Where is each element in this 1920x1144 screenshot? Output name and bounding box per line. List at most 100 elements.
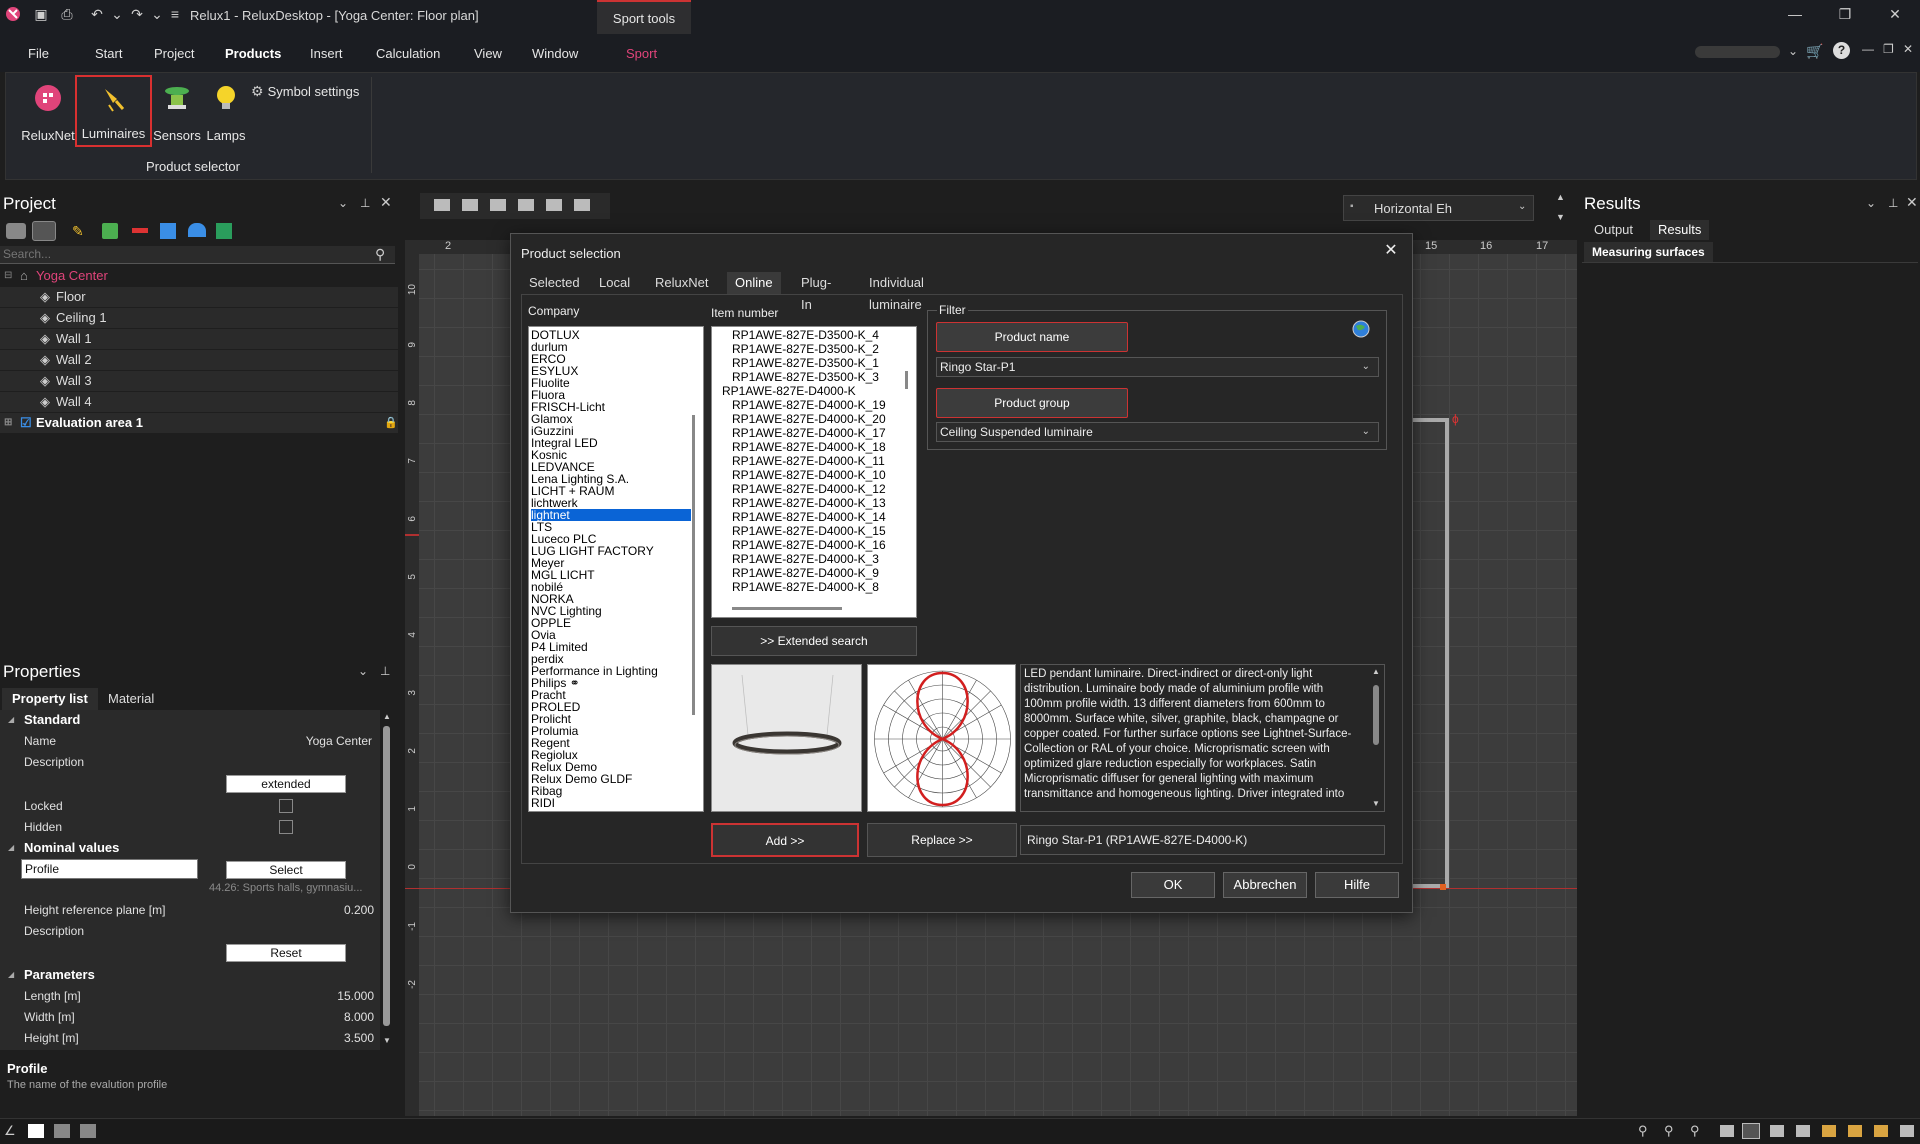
measuring-surfaces-tab[interactable]: Measuring surfaces — [1584, 242, 1713, 262]
search-icon[interactable]: ⚲ — [375, 246, 385, 263]
side-view-icon[interactable] — [518, 199, 534, 211]
item-row[interactable]: RP1AWE-827E-D4000-K_9 — [732, 567, 879, 579]
object-small-icon[interactable] — [160, 223, 176, 239]
item-row[interactable]: RP1AWE-827E-D4000-K_12 — [732, 483, 886, 495]
item-row[interactable]: RP1AWE-827E-D4000-K_18 — [732, 441, 886, 453]
select-profile-button[interactable]: Select — [226, 861, 346, 879]
perspective-view-icon[interactable] — [462, 199, 478, 211]
hidden-checkbox[interactable] — [279, 820, 293, 834]
help-icon[interactable]: ? — [1833, 42, 1850, 59]
prop-value[interactable]: 3.500 — [344, 1028, 374, 1048]
grid-toggle-icon[interactable] — [28, 1124, 44, 1138]
item-row[interactable]: RP1AWE-827E-D4000-K_13 — [732, 497, 886, 509]
section-standard[interactable]: Standard — [0, 710, 380, 730]
wall-small-icon[interactable] — [132, 228, 148, 233]
view-mode-4-icon[interactable] — [1796, 1125, 1810, 1137]
dialog-close-icon[interactable]: ✕ — [1379, 240, 1403, 262]
item-row[interactable]: RP1AWE-827E-D4000-K_17 — [732, 427, 886, 439]
grid-view-icon[interactable] — [434, 199, 450, 211]
layers-icon[interactable] — [6, 223, 26, 239]
menu-view[interactable]: View — [474, 46, 502, 61]
replace-button[interactable]: Replace >> — [867, 823, 1017, 857]
user-account[interactable] — [1695, 46, 1780, 58]
menu-file[interactable]: File — [28, 46, 49, 61]
add-button[interactable]: Add >> — [711, 823, 859, 857]
menu-calculation[interactable]: Calculation — [376, 46, 440, 61]
symbol-settings-button[interactable]: ⚙ Symbol settings — [251, 83, 359, 100]
extended-button[interactable]: extended — [226, 775, 346, 793]
product-name-button[interactable]: Product name — [936, 322, 1128, 352]
tree-item-yoga-center[interactable]: ⊟ ⌂ Yoga Center — [0, 266, 398, 286]
tree-item-ceiling-1[interactable]: ◈ Ceiling 1 — [0, 308, 398, 328]
view-mode-3-icon[interactable] — [1770, 1125, 1784, 1137]
mdi-close-icon[interactable]: ✕ — [1903, 42, 1913, 56]
item-row[interactable]: RP1AWE-827E-D4000-K_15 — [732, 525, 886, 537]
prop-value[interactable]: Yoga Center — [306, 731, 372, 751]
item-row[interactable]: RP1AWE-827E-D3500-K_3 — [732, 371, 879, 383]
panel-dropdown-icon[interactable]: ⌄ — [1866, 196, 1876, 210]
undo-dropdown-icon[interactable]: ⌄ — [108, 6, 126, 24]
account-dropdown-icon[interactable]: ⌄ — [1788, 44, 1798, 58]
tree-item-wall-2[interactable]: ◈ Wall 2 — [0, 350, 398, 370]
properties-scrollbar[interactable]: ▲ ▼ — [380, 712, 394, 1048]
tab-online[interactable]: Online — [727, 272, 781, 294]
prop-value[interactable]: 8.000 — [344, 1007, 374, 1027]
tab-reluxnet[interactable]: ReluxNet — [647, 272, 716, 294]
chart-toggle-icon[interactable] — [54, 1124, 70, 1138]
redo-dropdown-icon[interactable]: ⌄ — [148, 6, 166, 24]
print-icon[interactable]: ⎙ — [58, 6, 76, 24]
company-list[interactable]: DOTLUX durlum ERCO ESYLUX Fluolite Fluor… — [528, 326, 704, 812]
panel-dropdown-icon[interactable]: ⌄ — [338, 196, 348, 210]
close-panel-icon[interactable]: ✕ — [1906, 194, 1918, 211]
tree-item-evaluation-area-1[interactable]: ⊞ ☑ Evaluation area 1 🔒 — [0, 413, 398, 433]
view-mode-7-icon[interactable] — [1874, 1125, 1888, 1137]
item-row[interactable]: RP1AWE-827E-D4000-K_16 — [732, 539, 886, 551]
tree-item-floor[interactable]: ◈ Floor — [0, 287, 398, 307]
view-mode-1-icon[interactable] — [1720, 1125, 1734, 1137]
prop-value[interactable]: 0.200 — [344, 900, 374, 920]
minimize-icon[interactable]: — — [1780, 6, 1810, 28]
view-mode-6-icon[interactable] — [1848, 1125, 1862, 1137]
section-nominal-values[interactable]: Nominal values — [0, 838, 380, 858]
project-search-input[interactable] — [0, 246, 370, 262]
mdi-minimize-icon[interactable]: — — [1862, 42, 1874, 56]
item-row[interactable]: RP1AWE-827E-D3500-K_4 — [732, 329, 879, 341]
item-row[interactable]: RP1AWE-827E-D4000-K_20 — [732, 413, 886, 425]
menu-sport[interactable]: Sport — [626, 46, 657, 61]
menu-project[interactable]: Project — [154, 46, 194, 61]
maximize-icon[interactable]: ❐ — [1830, 6, 1860, 28]
description-scrollbar[interactable]: ▲ ▼ — [1370, 667, 1382, 809]
item-row[interactable]: RP1AWE-827E-D4000-K_3 — [732, 553, 879, 565]
product-group-button[interactable]: Product group — [936, 388, 1128, 418]
menu-start[interactable]: Start — [95, 46, 122, 61]
menu-window[interactable]: Window — [532, 46, 578, 61]
item-row[interactable]: RP1AWE-827E-D3500-K_2 — [732, 343, 879, 355]
close-window-icon[interactable]: ✕ — [1880, 6, 1910, 28]
pin-icon[interactable]: ⊥ — [380, 664, 390, 678]
item-horizontal-scrollbar[interactable] — [732, 607, 842, 610]
front-view-icon[interactable] — [490, 199, 506, 211]
tab-property-list[interactable]: Property list — [2, 688, 98, 710]
redo-icon[interactable]: ↷ — [128, 6, 146, 24]
item-number-list[interactable]: RP1AWE-827E-D3500-K_4 RP1AWE-827E-D3500-… — [711, 326, 917, 618]
customize-quick-access-icon[interactable]: ≡ — [166, 6, 184, 24]
menu-products[interactable]: Products — [225, 46, 281, 61]
close-panel-icon[interactable]: ✕ — [380, 194, 392, 211]
section-parameters[interactable]: Parameters — [0, 965, 380, 985]
luminaire-small-icon[interactable]: ✎ — [72, 223, 88, 239]
product-name-select[interactable]: Ringo Star-P1 ⌄ — [936, 357, 1379, 377]
furniture-small-icon[interactable] — [188, 223, 206, 237]
view-mode-5-icon[interactable] — [1822, 1125, 1836, 1137]
tab-local[interactable]: Local — [591, 272, 638, 294]
tree-item-wall-1[interactable]: ◈ Wall 1 — [0, 329, 398, 349]
checkbox-checked-icon[interactable]: ☑ — [20, 413, 32, 433]
status-angle-icon[interactable]: ∠ — [4, 1123, 16, 1139]
tree-item-wall-4[interactable]: ◈ Wall 4 — [0, 392, 398, 412]
pin-icon[interactable]: ⊥ — [1888, 196, 1898, 210]
sensor-small-icon[interactable] — [102, 223, 118, 239]
item-row[interactable]: RP1AWE-827E-D4000-K_11 — [732, 455, 885, 467]
item-row[interactable]: RP1AWE-827E-D4000-K_19 — [732, 399, 886, 411]
room-icon[interactable] — [32, 221, 56, 241]
company-item[interactable]: Ribag — [531, 785, 691, 797]
cancel-button[interactable]: Abbrechen — [1223, 872, 1307, 898]
